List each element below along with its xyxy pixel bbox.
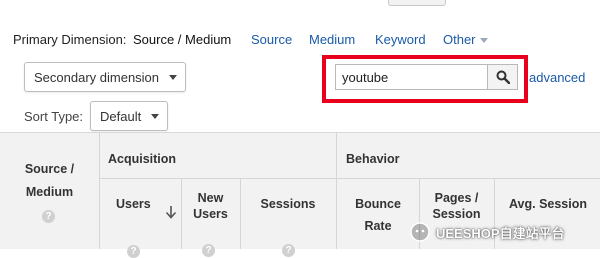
- column-divider: [240, 179, 241, 249]
- help-icon[interactable]: ?: [127, 245, 140, 258]
- arrow-down-icon[interactable]: [165, 205, 177, 219]
- watermark: UEESHOP自建站平台: [410, 217, 565, 247]
- chevron-down-icon: [169, 74, 177, 80]
- search-icon: [496, 70, 510, 84]
- wechat-icon: [410, 222, 430, 242]
- sort-type-value: Default: [100, 108, 142, 124]
- source-medium-line1: Source /: [24, 162, 75, 176]
- sort-type-label: Sort Type:: [24, 109, 84, 124]
- group-header-acquisition: Acquisition: [108, 152, 177, 166]
- search-button[interactable]: [487, 64, 518, 90]
- chevron-down-icon: [151, 113, 159, 119]
- bounce-rate-line1: Bounce: [355, 197, 401, 211]
- chevron-down-icon: [479, 37, 488, 43]
- search-input[interactable]: [335, 64, 487, 90]
- secondary-dimension-dropdown[interactable]: Secondary dimension: [24, 62, 186, 92]
- help-icon[interactable]: ?: [202, 244, 215, 257]
- new-users-line1: New: [197, 191, 224, 205]
- dimension-link-other-label: Other: [443, 31, 476, 47]
- sort-type-dropdown[interactable]: Default: [90, 101, 168, 131]
- dimension-link-source[interactable]: Source: [251, 32, 292, 47]
- pages-session-line1: Pages /: [434, 191, 479, 205]
- dimension-link-keyword[interactable]: Keyword: [375, 32, 426, 47]
- column-header-avg-session[interactable]: Avg. Session: [496, 196, 600, 212]
- column-header-new-users[interactable]: New Users: [181, 190, 240, 222]
- help-icon[interactable]: ?: [42, 210, 55, 223]
- bounce-rate-line2: Rate: [364, 219, 392, 233]
- new-users-line2: Users: [193, 207, 228, 221]
- top-button[interactable]: [388, 0, 446, 6]
- secondary-dimension-label: Secondary dimension: [34, 69, 160, 85]
- watermark-text: UEESHOP自建站平台: [436, 225, 565, 241]
- source-medium-line2: Medium: [25, 185, 74, 199]
- top-toolbar-strip: [0, 0, 600, 10]
- help-icon[interactable]: ?: [282, 244, 295, 257]
- column-header-source-medium[interactable]: Source / Medium: [0, 161, 99, 200]
- dimension-link-medium[interactable]: Medium: [309, 32, 355, 47]
- group-header-behavior: Behavior: [346, 152, 400, 166]
- column-header-sessions[interactable]: Sessions: [240, 196, 336, 212]
- column-header-bounce-rate[interactable]: Bounce Rate: [337, 196, 419, 234]
- column-divider: [99, 133, 100, 249]
- primary-dimension-row: Primary Dimension: Source / Medium Sourc…: [0, 28, 600, 50]
- dimension-link-other[interactable]: Other: [443, 32, 488, 47]
- column-header-users[interactable]: Users: [116, 196, 151, 212]
- primary-dimension-label: Primary Dimension:: [13, 31, 127, 47]
- primary-dimension-active: Source / Medium: [133, 31, 232, 47]
- group-divider: [100, 178, 600, 179]
- advanced-search-link[interactable]: advanced: [529, 70, 585, 85]
